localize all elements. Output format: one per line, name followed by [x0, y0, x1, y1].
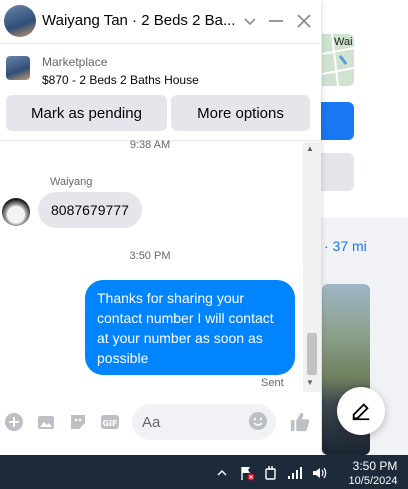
- new-message-button[interactable]: [337, 387, 385, 435]
- listing-summary[interactable]: $870 - 2 Beds 2 Baths House: [42, 73, 199, 87]
- sender-avatar[interactable]: [2, 198, 30, 226]
- battery-plug-icon[interactable]: [262, 465, 280, 481]
- plus-circle-icon[interactable]: [4, 412, 24, 432]
- scroll-down-arrow-icon[interactable]: ▼: [306, 378, 314, 387]
- timestamp: 9:38 AM: [129, 139, 171, 151]
- show-hidden-icons-icon[interactable]: [216, 465, 228, 481]
- sticker-icon[interactable]: [68, 412, 88, 432]
- map-label: Wai: [334, 36, 353, 48]
- close-icon[interactable]: [294, 11, 314, 31]
- flag-alert-icon[interactable]: [238, 465, 256, 481]
- more-options-button[interactable]: More options: [171, 95, 310, 131]
- marketplace-label: Marketplace: [42, 55, 108, 69]
- network-signal-icon[interactable]: [286, 465, 304, 481]
- gif-icon[interactable]: GIF: [100, 412, 120, 432]
- chevron-down-icon[interactable]: [240, 11, 260, 31]
- thumbs-up-icon[interactable]: [288, 410, 312, 434]
- scroll-up-arrow-icon[interactable]: ▲: [306, 144, 314, 153]
- scrollbar-thumb[interactable]: [307, 333, 317, 375]
- listing-thumbnail[interactable]: [6, 56, 30, 80]
- svg-text:GIF: GIF: [102, 419, 117, 428]
- minimize-icon[interactable]: [266, 11, 286, 31]
- outgoing-message[interactable]: Thanks for sharing your contact number I…: [85, 280, 295, 375]
- secondary-action-button[interactable]: [318, 153, 354, 191]
- sender-name: Waiyang: [50, 176, 93, 188]
- message-input-placeholder: Aa: [142, 414, 161, 431]
- contact-avatar[interactable]: [4, 5, 36, 37]
- mark-as-pending-button[interactable]: Mark as pending: [6, 95, 167, 131]
- chat-title[interactable]: Waiyang Tan · 2 Beds 2 Ba...: [42, 12, 235, 29]
- emoji-icon[interactable]: [248, 411, 268, 431]
- volume-icon[interactable]: [310, 465, 328, 481]
- clock-date[interactable]: 10/5/2024: [341, 475, 405, 487]
- message-status: Sent: [261, 377, 284, 389]
- incoming-message[interactable]: 8087679777: [38, 192, 142, 228]
- photo-icon[interactable]: [36, 412, 56, 432]
- message-seller-button[interactable]: [318, 102, 354, 140]
- compose-icon: [352, 403, 370, 421]
- distance-text: · 37 mi: [324, 238, 367, 254]
- timestamp: 3:50 PM: [129, 250, 171, 262]
- clock-time[interactable]: 3:50 PM: [345, 459, 405, 473]
